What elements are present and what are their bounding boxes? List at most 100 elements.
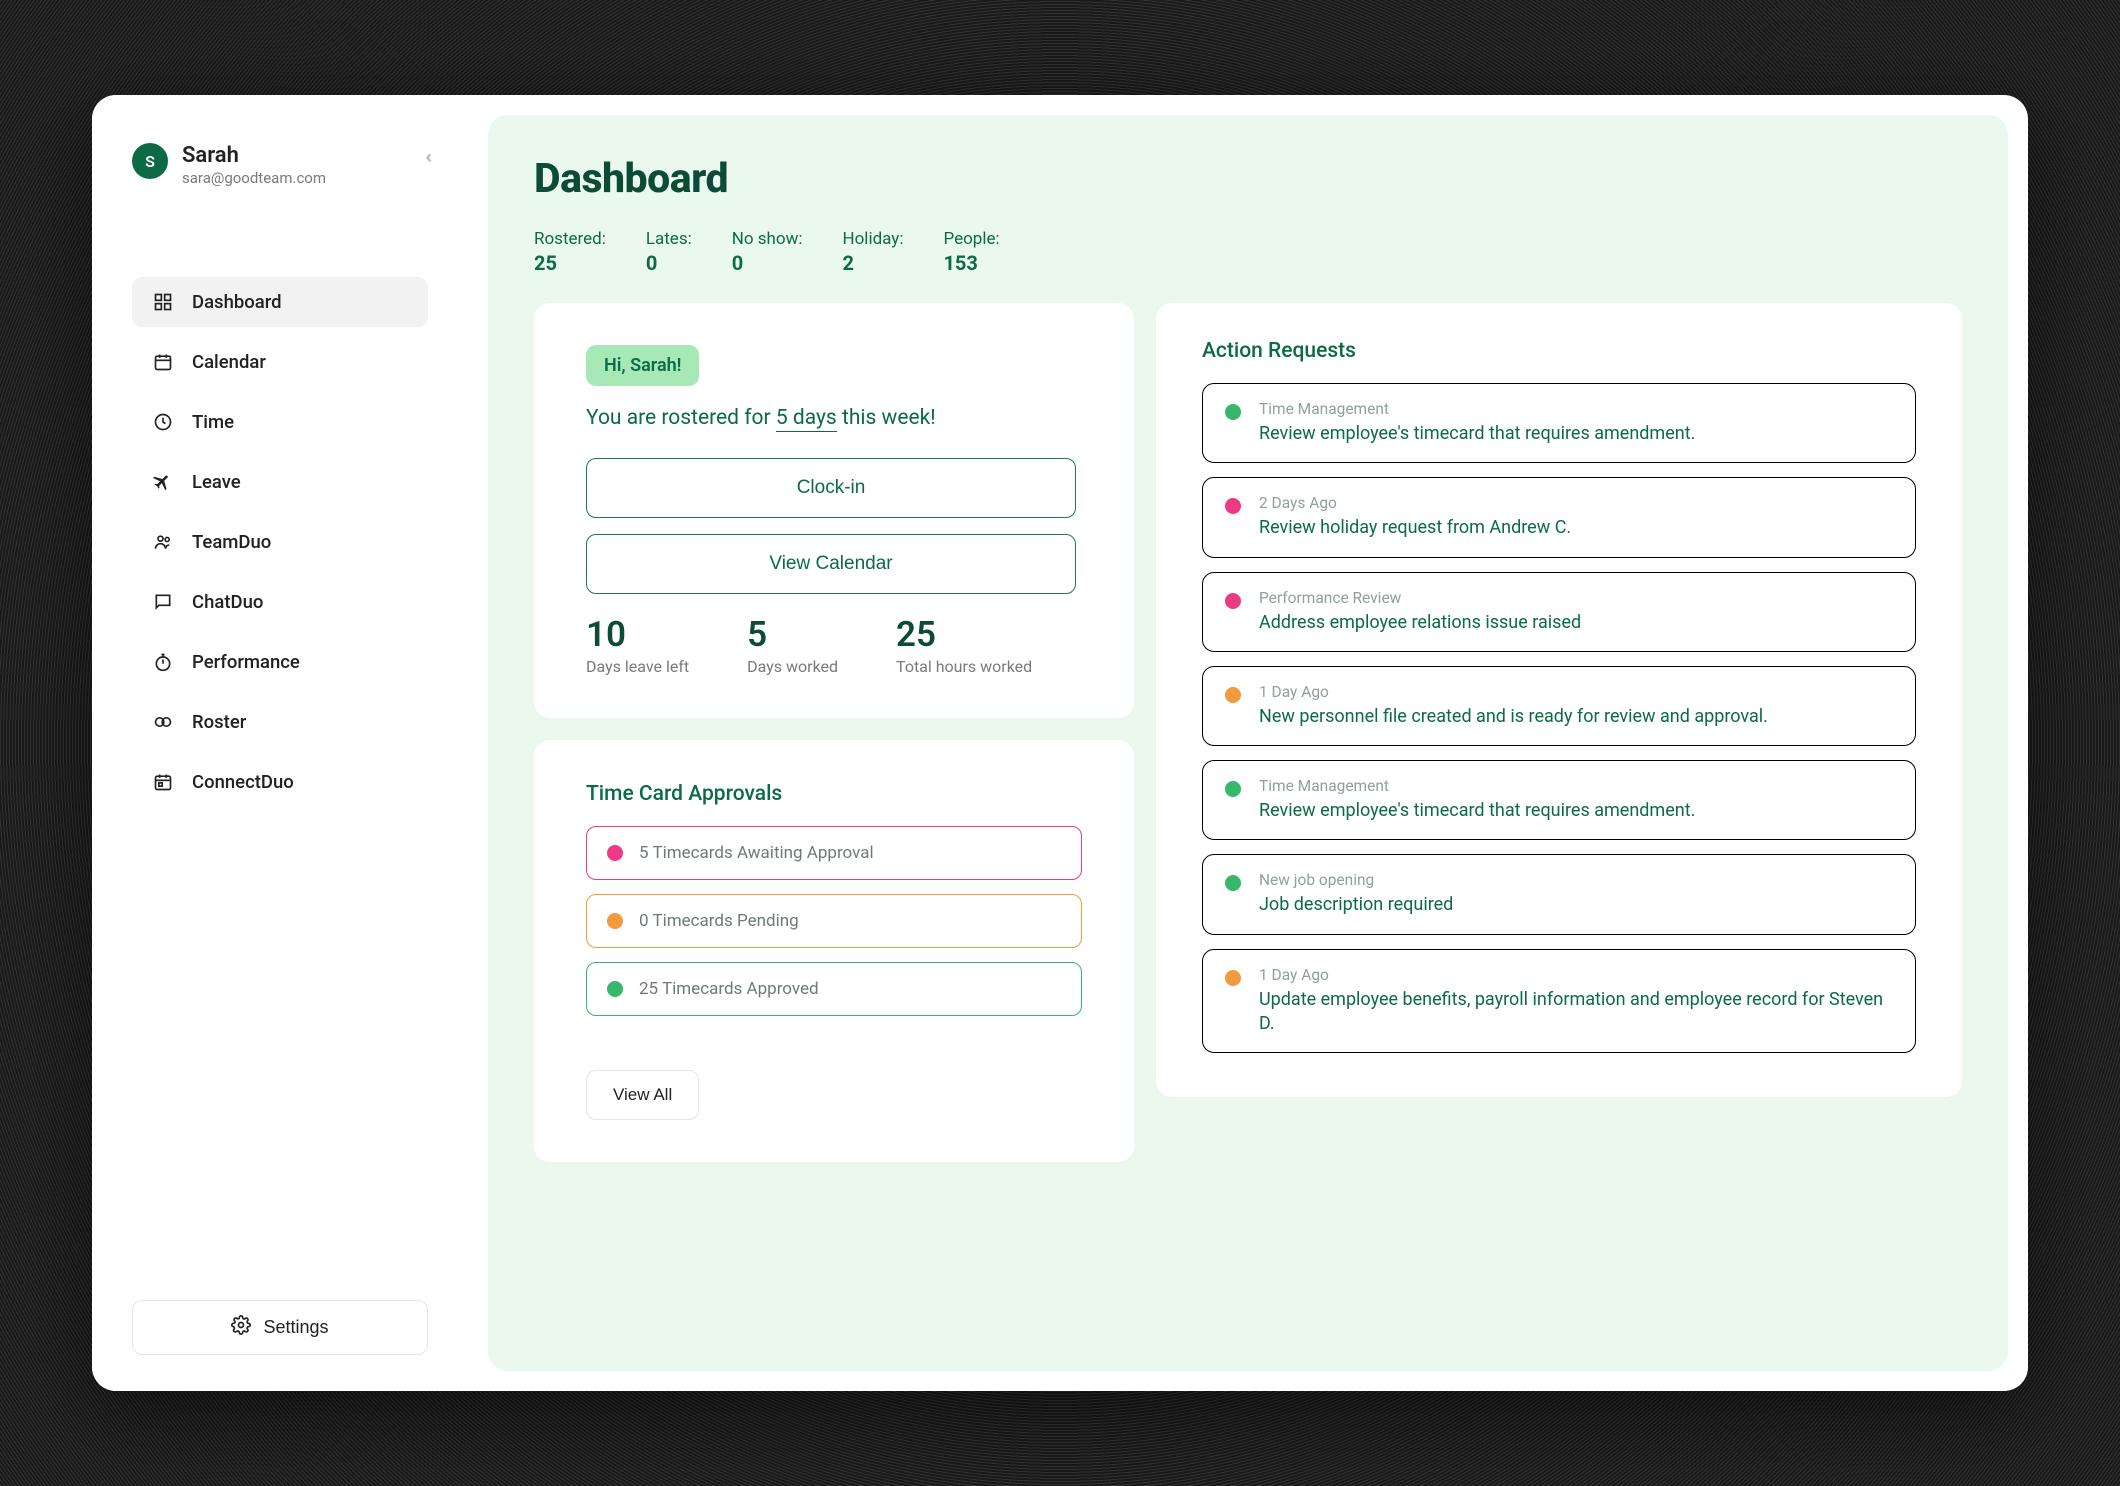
sidebar-item-chatduo[interactable]: ChatDuo bbox=[132, 577, 428, 627]
user-name: Sarah bbox=[182, 143, 326, 169]
metric-label: Days worked bbox=[747, 657, 838, 676]
action-meta: 1 Day Ago bbox=[1259, 966, 1893, 984]
user-email: sara@goodteam.com bbox=[182, 169, 326, 187]
metric-label: Days leave left bbox=[586, 657, 689, 676]
action-meta: Time Management bbox=[1259, 777, 1695, 795]
rostered-prefix: You are rostered for bbox=[586, 406, 776, 430]
sidebar-item-label: Time bbox=[192, 411, 234, 433]
settings-label: Settings bbox=[263, 1317, 328, 1338]
action-body: Update employee benefits, payroll inform… bbox=[1259, 988, 1893, 1037]
clockin-button[interactable]: Clock-in bbox=[586, 458, 1076, 518]
sidebar-item-label: ChatDuo bbox=[192, 591, 263, 613]
team-icon bbox=[152, 531, 174, 553]
sidebar-item-roster[interactable]: Roster bbox=[132, 697, 428, 747]
stat-value: 25 bbox=[534, 251, 606, 275]
metric-num: 25 bbox=[896, 614, 1032, 655]
sidebar-item-label: ConnectDuo bbox=[192, 771, 294, 793]
view-all-button[interactable]: View All bbox=[586, 1070, 699, 1120]
timecard-row-pending[interactable]: 0 Timecards Pending bbox=[586, 894, 1082, 948]
sidebar-item-dashboard[interactable]: Dashboard bbox=[132, 277, 428, 327]
status-dot-icon bbox=[607, 981, 623, 997]
timecard-row-text: 25 Timecards Approved bbox=[639, 979, 819, 999]
sidebar-item-performance[interactable]: Performance bbox=[132, 637, 428, 687]
action-meta: Performance Review bbox=[1259, 589, 1581, 607]
metric-num: 10 bbox=[586, 614, 689, 655]
status-dot-icon bbox=[607, 913, 623, 929]
app-window: S Sarah sara@goodteam.com ‹‹ Dashboard C… bbox=[92, 95, 2028, 1391]
stat-value: 2 bbox=[842, 251, 903, 275]
action-body: Job description required bbox=[1259, 893, 1453, 917]
action-item[interactable]: New job opening Job description required bbox=[1202, 854, 1916, 934]
roster-icon bbox=[152, 711, 174, 733]
profile-block: S Sarah sara@goodteam.com ‹‹ bbox=[132, 143, 428, 187]
sidebar-item-label: Performance bbox=[192, 651, 300, 673]
stat-label: Lates: bbox=[646, 229, 692, 249]
stats-row: Rostered: 25 Lates: 0 No show: 0 Holiday… bbox=[534, 229, 1962, 275]
action-meta: 2 Days Ago bbox=[1259, 494, 1571, 512]
action-body: Review holiday request from Andrew C. bbox=[1259, 516, 1571, 540]
chat-icon bbox=[152, 591, 174, 613]
rostered-line: You are rostered for 5 days this week! bbox=[586, 406, 1082, 430]
timecard-card: Time Card Approvals 5 Timecards Awaiting… bbox=[534, 740, 1134, 1162]
timecard-row-text: 0 Timecards Pending bbox=[639, 911, 799, 931]
stat-value: 0 bbox=[732, 251, 803, 275]
page-title: Dashboard bbox=[534, 155, 1962, 203]
stat-lates: Lates: 0 bbox=[646, 229, 692, 275]
sidebar-item-time[interactable]: Time bbox=[132, 397, 428, 447]
action-body: Address employee relations issue raised bbox=[1259, 611, 1581, 635]
profile-text: Sarah sara@goodteam.com bbox=[182, 143, 326, 187]
greeting-pill: Hi, Sarah! bbox=[586, 345, 699, 386]
sidebar-item-leave[interactable]: Leave bbox=[132, 457, 428, 507]
sidebar-item-connectduo[interactable]: ConnectDuo bbox=[132, 757, 428, 807]
status-dot-icon bbox=[1225, 875, 1241, 891]
rostered-days: 5 days bbox=[776, 406, 837, 432]
gear-icon bbox=[231, 1315, 251, 1340]
stat-holiday: Holiday: 2 bbox=[842, 229, 903, 275]
metric-leave: 10 Days leave left bbox=[586, 614, 689, 676]
status-dot-icon bbox=[1225, 498, 1241, 514]
avatar[interactable]: S bbox=[132, 143, 168, 179]
action-body: Review employee's timecard that requires… bbox=[1259, 799, 1695, 823]
sidebar-item-label: Dashboard bbox=[192, 291, 282, 313]
stat-noshow: No show: 0 bbox=[732, 229, 803, 275]
actions-card: Action Requests Time Management Review e… bbox=[1156, 303, 1962, 1097]
timecard-row-approved[interactable]: 25 Timecards Approved bbox=[586, 962, 1082, 1016]
calendar-icon bbox=[152, 351, 174, 373]
rostered-suffix: this week! bbox=[837, 406, 936, 430]
collapse-icon[interactable]: ‹‹ bbox=[425, 147, 428, 168]
action-item[interactable]: 1 Day Ago Update employee benefits, payr… bbox=[1202, 949, 1916, 1054]
connect-icon bbox=[152, 771, 174, 793]
status-dot-icon bbox=[607, 845, 623, 861]
action-meta: New job opening bbox=[1259, 871, 1453, 889]
action-body: New personnel file created and is ready … bbox=[1259, 705, 1768, 729]
metric-worked: 5 Days worked bbox=[747, 614, 838, 676]
settings-button[interactable]: Settings bbox=[132, 1300, 428, 1355]
action-item[interactable]: Performance Review Address employee rela… bbox=[1202, 572, 1916, 652]
view-calendar-button[interactable]: View Calendar bbox=[586, 534, 1076, 594]
action-item[interactable]: Time Management Review employee's timeca… bbox=[1202, 760, 1916, 840]
action-item[interactable]: 1 Day Ago New personnel file created and… bbox=[1202, 666, 1916, 746]
status-dot-icon bbox=[1225, 970, 1241, 986]
stat-value: 153 bbox=[943, 251, 999, 275]
sidebar-item-teamduo[interactable]: TeamDuo bbox=[132, 517, 428, 567]
columns: Hi, Sarah! You are rostered for 5 days t… bbox=[534, 303, 1962, 1162]
sidebar-item-label: Leave bbox=[192, 471, 241, 493]
action-item[interactable]: 2 Days Ago Review holiday request from A… bbox=[1202, 477, 1916, 557]
nav: Dashboard Calendar Time Leave bbox=[132, 277, 428, 807]
plane-icon bbox=[152, 471, 174, 493]
stat-label: Holiday: bbox=[842, 229, 903, 249]
dashboard-icon bbox=[152, 291, 174, 313]
stat-label: No show: bbox=[732, 229, 803, 249]
timecard-row-awaiting[interactable]: 5 Timecards Awaiting Approval bbox=[586, 826, 1082, 880]
action-item[interactable]: Time Management Review employee's timeca… bbox=[1202, 383, 1916, 463]
status-dot-icon bbox=[1225, 781, 1241, 797]
sidebar-item-label: Calendar bbox=[192, 351, 266, 373]
stat-label: Rostered: bbox=[534, 229, 606, 249]
action-meta: Time Management bbox=[1259, 400, 1695, 418]
clock-icon bbox=[152, 411, 174, 433]
sidebar-item-label: Roster bbox=[192, 711, 246, 733]
sidebar-item-calendar[interactable]: Calendar bbox=[132, 337, 428, 387]
status-dot-icon bbox=[1225, 404, 1241, 420]
actions-title: Action Requests bbox=[1202, 339, 1916, 363]
timecard-title: Time Card Approvals bbox=[586, 782, 1082, 806]
